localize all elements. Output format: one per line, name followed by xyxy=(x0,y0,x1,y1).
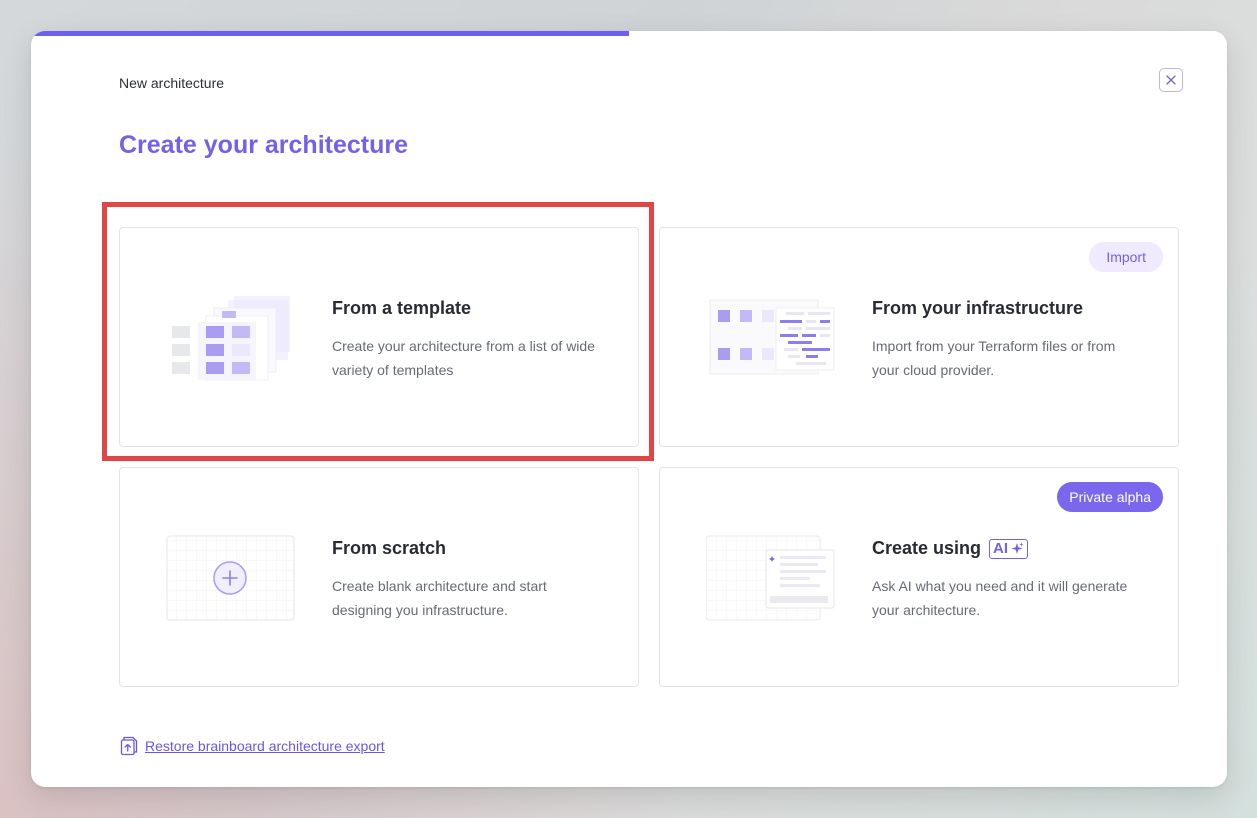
template-illustration xyxy=(172,296,290,381)
file-upload-icon xyxy=(120,736,138,756)
ai-badge: AI xyxy=(989,538,1029,559)
option-title: Create using AI xyxy=(872,538,1029,559)
option-description: Create your architecture from a list of … xyxy=(332,338,595,378)
restore-export-label: Restore brainboard architecture export xyxy=(145,738,385,754)
option-card-scratch[interactable]: From scratch Create blank architecture a… xyxy=(119,467,639,687)
restore-export-link[interactable]: Restore brainboard architecture export xyxy=(120,736,385,756)
progress-bar xyxy=(31,31,1227,36)
option-description: Import from your Terraform files or from… xyxy=(872,338,1116,378)
option-description: Ask AI what you need and it will generat… xyxy=(872,578,1128,618)
option-card-infrastructure[interactable]: Import From your infrastructure Import f… xyxy=(659,227,1179,447)
option-title: From a template xyxy=(332,298,472,318)
progress-bar-fill xyxy=(31,31,629,36)
plus-circle-icon xyxy=(213,561,247,595)
option-title: From scratch xyxy=(332,538,447,558)
private-alpha-badge: Private alpha xyxy=(1057,482,1163,512)
option-card-template[interactable]: From a template Create your architecture… xyxy=(119,227,639,447)
page-title: Create your architecture xyxy=(119,131,409,159)
option-description: Create blank architecture and start desi… xyxy=(332,578,547,618)
import-badge: Import xyxy=(1089,242,1163,272)
option-title: From your infrastructure xyxy=(872,298,1084,318)
ai-illustration xyxy=(706,535,835,621)
blank-canvas-illustration xyxy=(166,535,295,621)
ai-label: AI xyxy=(993,540,1009,557)
option-title-text: Create using xyxy=(872,538,982,558)
infrastructure-illustration xyxy=(709,299,835,375)
close-button[interactable] xyxy=(1159,68,1183,92)
option-card-ai[interactable]: Private alpha Create using AI Ask AI wha… xyxy=(659,467,1179,687)
breadcrumb: New architecture xyxy=(119,75,225,91)
close-icon xyxy=(1166,75,1176,85)
sparkle-icon xyxy=(1011,542,1024,554)
create-architecture-dialog: New architecture Create your architectur… xyxy=(31,31,1227,787)
